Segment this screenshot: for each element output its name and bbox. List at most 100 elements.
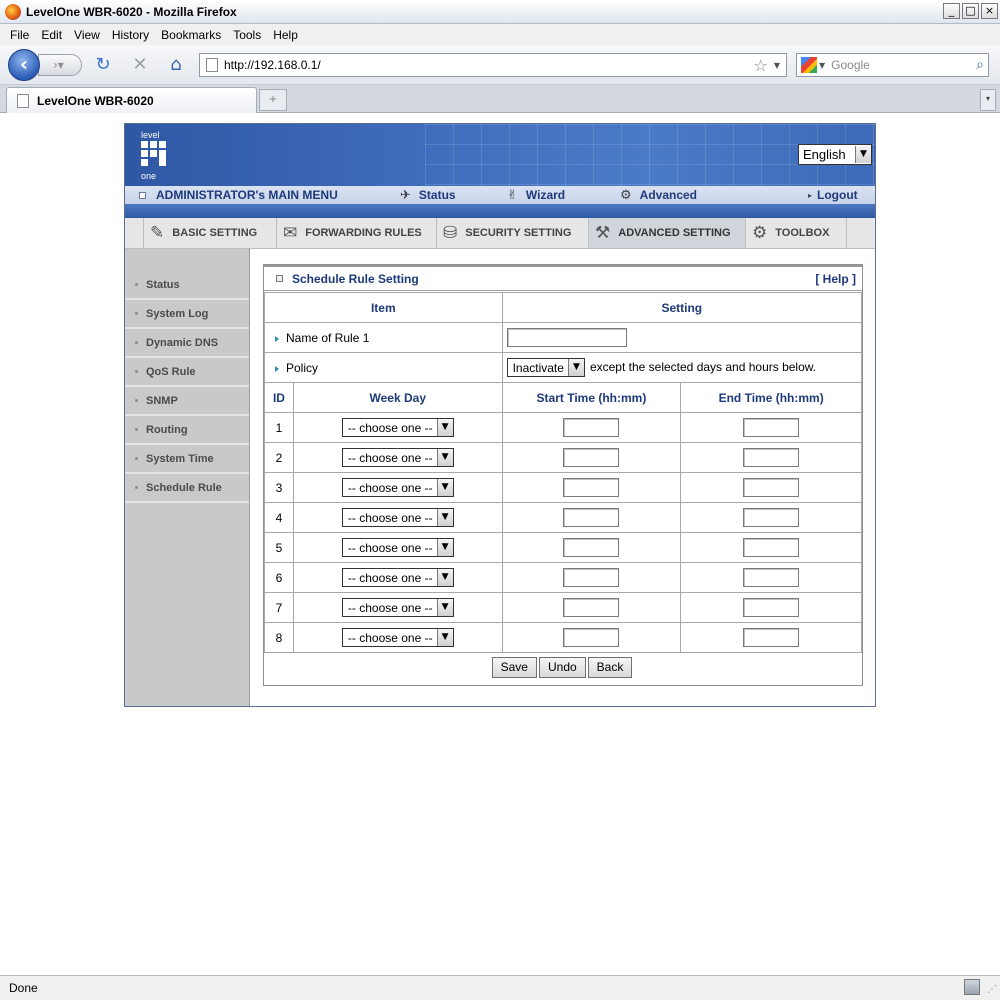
stop-icon[interactable]: ✕ (128, 53, 152, 77)
tab-security-setting-label[interactable]: SECURITY SETTING (465, 227, 571, 239)
sidebar-item-label[interactable]: System Log (146, 308, 208, 320)
tab-security-setting[interactable]: ⛁ SECURITY SETTING (436, 218, 588, 248)
google-icon[interactable] (801, 57, 817, 73)
week-day-select[interactable]: -- choose one -- ▼ (341, 598, 454, 617)
menu-wizard-label[interactable]: Wizard (526, 188, 565, 202)
rule-name-input[interactable] (506, 328, 627, 347)
sidebar-item-qos-rule[interactable]: QoS Rule (125, 358, 249, 387)
week-day-select[interactable]: -- choose one -- ▼ (341, 508, 454, 527)
menu-view[interactable]: View (74, 28, 100, 42)
menu-logout[interactable]: ▸ Logout (808, 186, 858, 204)
week-day-select[interactable]: -- choose one -- ▼ (341, 418, 454, 437)
chevron-down-icon[interactable]: ▼ (855, 146, 871, 163)
policy-select[interactable]: Inactivate ▼ (506, 358, 585, 377)
start-time-input[interactable] (563, 448, 620, 467)
menu-status-label[interactable]: Status (419, 188, 456, 202)
menu-status[interactable]: ✈ Status (400, 186, 456, 204)
home-icon[interactable]: ⌂ (164, 53, 188, 77)
sidebar-item-label[interactable]: SNMP (146, 395, 178, 407)
start-time-input[interactable] (563, 508, 620, 527)
status-indicator-icon[interactable] (964, 979, 980, 995)
chevron-down-icon[interactable]: ▼ (567, 359, 584, 376)
tab-advanced-setting-label[interactable]: ADVANCED SETTING (618, 227, 730, 239)
end-time-input[interactable] (743, 568, 800, 587)
sidebar-item-label[interactable]: Status (146, 279, 180, 291)
chevron-down-icon[interactable]: ▼ (436, 449, 453, 466)
tab-advanced-setting[interactable]: ⚒ ADVANCED SETTING (588, 218, 745, 248)
new-tab-button[interactable]: + (259, 89, 287, 111)
sidebar-item-status[interactable]: Status (125, 271, 249, 300)
tab-list-button[interactable]: ▾ (980, 89, 996, 111)
chevron-down-icon[interactable]: ▼ (436, 479, 453, 496)
url-bar[interactable]: http://192.168.0.1/ ☆ ▼ (199, 53, 787, 77)
resize-grip-icon[interactable]: ⋰ (987, 984, 997, 995)
end-time-input[interactable] (743, 418, 800, 437)
start-time-input[interactable] (563, 418, 620, 437)
tab-toolbox-label[interactable]: TOOLBOX (775, 227, 829, 239)
language-select[interactable]: English ▼ (798, 144, 872, 165)
tab-forwarding-rules[interactable]: ✉ FORWARDING RULES (276, 218, 436, 248)
menu-tools[interactable]: Tools (233, 28, 261, 42)
back-button-page[interactable]: Back (587, 657, 633, 678)
menu-edit[interactable]: Edit (41, 28, 62, 42)
end-time-input[interactable] (743, 448, 800, 467)
chevron-down-icon[interactable]: ▼ (436, 539, 453, 556)
tab-basic-setting[interactable]: ✎ BASIC SETTING (143, 218, 276, 248)
sidebar-item-label[interactable]: System Time (146, 453, 214, 465)
sidebar-item-system-log[interactable]: System Log (125, 300, 249, 329)
tab-toolbox[interactable]: ⚙ TOOLBOX (745, 218, 847, 248)
end-time-input[interactable] (743, 628, 800, 647)
week-day-select[interactable]: -- choose one -- ▼ (341, 568, 454, 587)
start-time-input[interactable] (563, 568, 620, 587)
start-time-input[interactable] (563, 478, 620, 497)
undo-button[interactable]: Undo (538, 657, 586, 678)
start-time-input[interactable] (563, 538, 620, 557)
start-time-input[interactable] (563, 598, 620, 617)
sidebar-item-schedule-rule[interactable]: Schedule Rule (125, 474, 249, 503)
end-time-input[interactable] (743, 538, 800, 557)
sidebar-item-label[interactable]: QoS Rule (146, 366, 196, 378)
bookmark-star-icon[interactable]: ☆ (754, 56, 768, 75)
sidebar-item-label[interactable]: Dynamic DNS (146, 337, 218, 349)
week-day-select[interactable]: -- choose one -- ▼ (341, 448, 454, 467)
sidebar-item-label[interactable]: Schedule Rule (146, 482, 222, 494)
week-day-select[interactable]: -- choose one -- ▼ (341, 538, 454, 557)
url-text[interactable]: http://192.168.0.1/ (224, 58, 754, 72)
end-time-input[interactable] (743, 508, 800, 527)
maximize-button[interactable]: □ (962, 3, 979, 19)
menu-file[interactable]: File (10, 28, 29, 42)
week-day-select[interactable]: -- choose one -- ▼ (341, 478, 454, 497)
chevron-down-icon[interactable]: ▼ (436, 509, 453, 526)
save-button[interactable]: Save (491, 657, 537, 678)
chevron-down-icon[interactable]: ▼ (436, 569, 453, 586)
search-icon[interactable]: ⌕ (976, 57, 984, 73)
reload-icon[interactable]: ↻ (91, 53, 115, 77)
menu-bookmarks[interactable]: Bookmarks (161, 28, 221, 42)
close-button[interactable]: × (981, 3, 998, 19)
menu-history[interactable]: History (112, 28, 149, 42)
sidebar-item-snmp[interactable]: SNMP (125, 387, 249, 416)
start-time-input[interactable] (563, 628, 620, 647)
menu-help[interactable]: Help (273, 28, 298, 42)
search-engine-dropdown-icon[interactable]: ▼ (819, 61, 825, 70)
sidebar-item-routing[interactable]: Routing (125, 416, 249, 445)
back-button[interactable]: ‹ (8, 49, 40, 81)
search-input[interactable]: Google (831, 58, 976, 72)
chevron-down-icon[interactable]: ▼ (436, 629, 453, 646)
sidebar-item-label[interactable]: Routing (146, 424, 188, 436)
help-link[interactable]: [ Help ] (815, 272, 856, 286)
forward-button[interactable]: ›▾ (38, 54, 82, 76)
chevron-down-icon[interactable]: ▼ (436, 599, 453, 616)
end-time-input[interactable] (743, 478, 800, 497)
tab-basic-setting-label[interactable]: BASIC SETTING (172, 227, 257, 239)
url-dropdown-icon[interactable]: ▼ (774, 61, 780, 70)
sidebar-item-system-time[interactable]: System Time (125, 445, 249, 474)
tab-forwarding-rules-label[interactable]: FORWARDING RULES (305, 227, 422, 239)
menu-advanced[interactable]: ⚙ Advanced (620, 186, 697, 204)
end-time-input[interactable] (743, 598, 800, 617)
week-day-select[interactable]: -- choose one -- ▼ (341, 628, 454, 647)
sidebar-item-dynamic-dns[interactable]: Dynamic DNS (125, 329, 249, 358)
tab-active[interactable]: LevelOne WBR-6020 (6, 87, 257, 113)
menu-wizard[interactable]: ✌ Wizard (507, 186, 565, 204)
menu-logout-label[interactable]: Logout (817, 188, 858, 202)
